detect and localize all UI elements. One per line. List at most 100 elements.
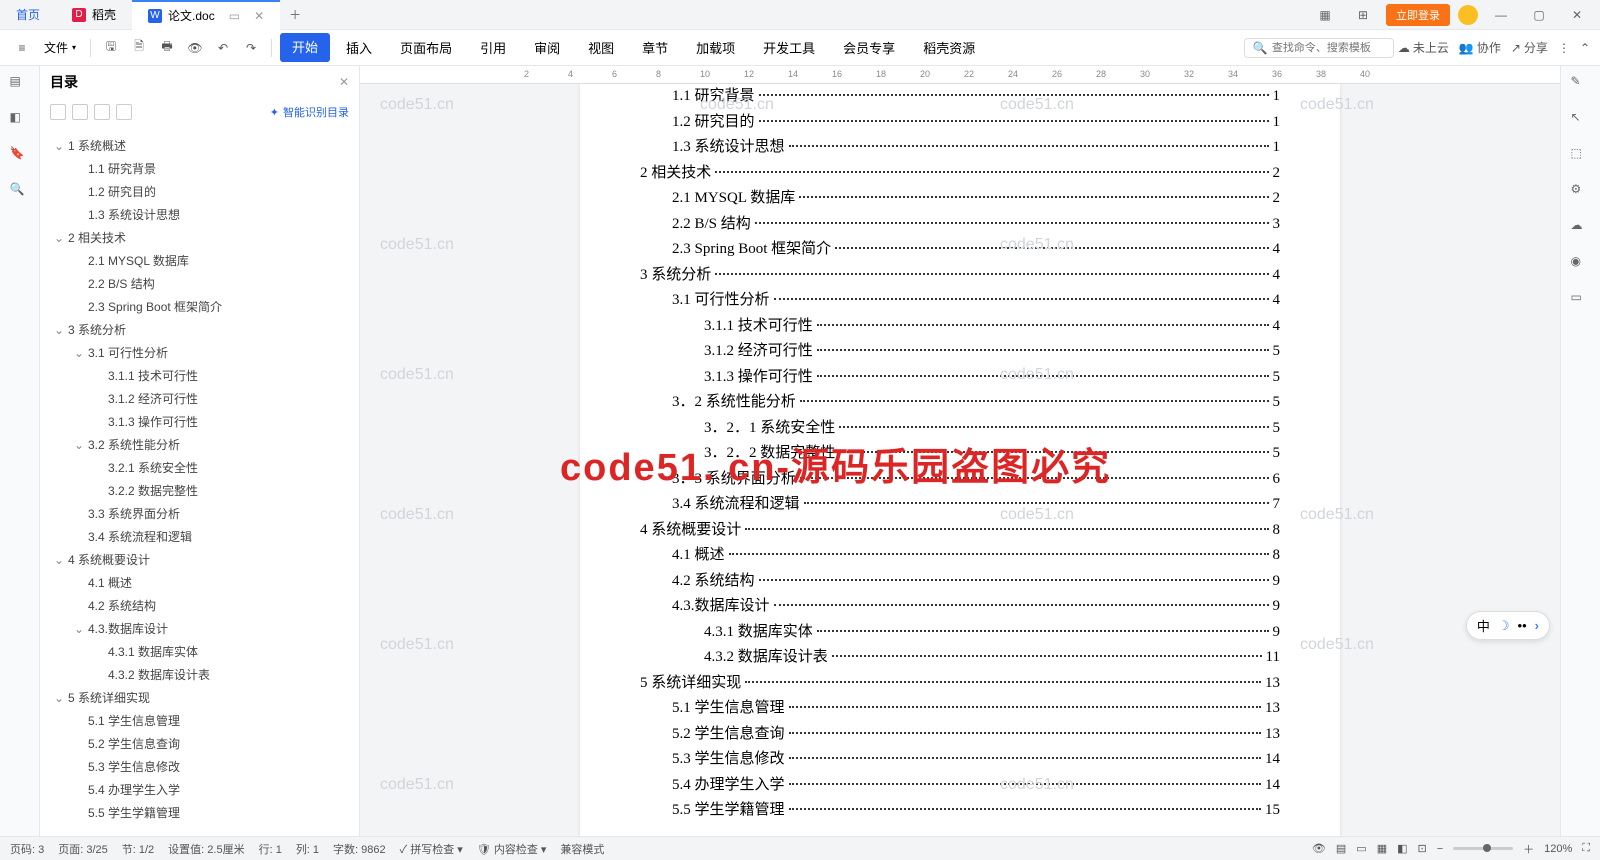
toc-entry[interactable]: 1.1 研究背景1 — [640, 84, 1280, 110]
new-tab-button[interactable]: ＋ — [280, 6, 310, 23]
minimize-icon[interactable]: — — [1486, 8, 1516, 22]
nav-icon[interactable]: ◧ — [10, 110, 30, 130]
menu-tab[interactable]: 开始 — [280, 33, 330, 62]
status-page-no[interactable]: 页码: 3 — [10, 841, 44, 857]
menu-tab[interactable]: 插入 — [334, 30, 384, 65]
view-page-icon[interactable]: ▭ — [1356, 842, 1366, 855]
command-search[interactable]: 🔍 — [1244, 38, 1394, 58]
outline-item[interactable]: 5.1 学生信息管理 — [50, 709, 349, 732]
tab-close-icon[interactable]: ✕ — [254, 9, 264, 23]
toc-entry[interactable]: 3.1.3 操作可行性5 — [640, 365, 1280, 391]
cloud-icon[interactable]: ☁ — [1571, 218, 1591, 238]
assist-icon[interactable]: ◉ — [1571, 254, 1591, 274]
view-mode-icon[interactable]: 👁 — [1312, 842, 1326, 855]
toc-entry[interactable]: 3．2 系统性能分析5 — [640, 390, 1280, 416]
outline-item[interactable]: ⌄2 相关技术 — [50, 226, 349, 249]
toc-entry[interactable]: 2.1 MYSQL 数据库2 — [640, 186, 1280, 212]
menu-tab[interactable]: 稻壳资源 — [911, 30, 987, 65]
toc-entry[interactable]: 3．2．1 系统安全性5 — [640, 416, 1280, 442]
close-icon[interactable]: ✕ — [1562, 8, 1592, 22]
outline-level-up-icon[interactable] — [72, 104, 88, 120]
zoom-out-icon[interactable]: − — [1437, 843, 1443, 855]
outline-item[interactable]: ⌄3.1 可行性分析 — [50, 341, 349, 364]
outline-item[interactable]: ⌄3.2 系统性能分析 — [50, 433, 349, 456]
view-grid-icon[interactable]: ▤ — [1336, 842, 1346, 855]
menu-tab[interactable]: 章节 — [630, 30, 680, 65]
search-panel-icon[interactable]: 🔍 — [10, 182, 30, 202]
menu-tab[interactable]: 会员专享 — [831, 30, 907, 65]
outline-item[interactable]: 1.1 研究背景 — [50, 157, 349, 180]
outline-item[interactable]: ⌄4.3.数据库设计 — [50, 617, 349, 640]
reader-icon[interactable]: ▭ — [1571, 290, 1591, 310]
toc-entry[interactable]: 2.3 Spring Boot 框架简介4 — [640, 237, 1280, 263]
redo-icon[interactable]: ↷ — [239, 36, 263, 60]
view-read-icon[interactable]: ◧ — [1397, 842, 1407, 855]
outline-item[interactable]: 3.2.1 系统安全性 — [50, 456, 349, 479]
outline-remove-icon[interactable] — [116, 104, 132, 120]
outline-item[interactable]: ⌄3 系统分析 — [50, 318, 349, 341]
outline-item[interactable]: ⌄5 系统详细实现 — [50, 686, 349, 709]
document-page[interactable]: code51. cn-源码乐园盗图必究 1.1 研究背景11.2 研究目的11.… — [580, 84, 1340, 836]
outline-item[interactable]: ⌄1 系统概述 — [50, 134, 349, 157]
avatar[interactable] — [1458, 5, 1478, 25]
smart-detect-button[interactable]: ✦ 智能识别目录 — [270, 104, 349, 120]
outline-item[interactable]: 1.2 研究目的 — [50, 180, 349, 203]
horizontal-ruler[interactable]: 246810121416182022242628303234363840 — [360, 66, 1560, 84]
toc-entry[interactable]: 5.4 办理学生入学14 — [640, 773, 1280, 799]
save-icon[interactable]: 🖫 — [99, 36, 123, 60]
undo-icon[interactable]: ↶ — [211, 36, 235, 60]
status-col[interactable]: 列: 1 — [296, 841, 319, 857]
outline-item[interactable]: 3.3 系统界面分析 — [50, 502, 349, 525]
collab-button[interactable]: 👥 协作 — [1459, 39, 1501, 56]
bookmark-icon[interactable]: 🔖 — [10, 146, 30, 166]
outline-item[interactable]: 2.3 Spring Boot 框架简介 — [50, 295, 349, 318]
outline-item[interactable]: 4.3.1 数据库实体 — [50, 640, 349, 663]
print-icon[interactable]: 🖶 — [155, 36, 179, 60]
share-button[interactable]: ↗ 分享 — [1511, 39, 1548, 56]
toc-entry[interactable]: 1.2 研究目的1 — [640, 110, 1280, 136]
toc-entry[interactable]: 5.1 学生信息管理13 — [640, 696, 1280, 722]
toc-entry[interactable]: 4.3.数据库设计9 — [640, 594, 1280, 620]
search-input[interactable] — [1272, 42, 1382, 54]
toc-entry[interactable]: 3．3 系统界面分析6 — [640, 467, 1280, 493]
more-icon[interactable]: ⋮ — [1558, 41, 1570, 55]
outline-item[interactable]: 4.3.2 数据库设计表 — [50, 663, 349, 686]
outline-item[interactable]: 2.1 MYSQL 数据库 — [50, 249, 349, 272]
tab-home[interactable]: 首页 — [0, 0, 56, 30]
maximize-icon[interactable]: ▢ — [1524, 8, 1554, 22]
toc-entry[interactable]: 3．2．2 数据完整性5 — [640, 441, 1280, 467]
zoom-fit-icon[interactable]: ⊡ — [1418, 842, 1427, 855]
status-content-check[interactable]: 🛡 内容检查 ▾ — [477, 841, 547, 857]
menu-tab[interactable]: 审阅 — [522, 30, 572, 65]
fullscreen-icon[interactable]: ⛶ — [1582, 842, 1590, 855]
toc-entry[interactable]: 4.3.2 数据库设计表11 — [640, 645, 1280, 671]
outline-item[interactable]: 2.2 B/S 结构 — [50, 272, 349, 295]
outline-item[interactable]: 3.4 系统流程和逻辑 — [50, 525, 349, 548]
view-web-icon[interactable]: ▦ — [1377, 842, 1387, 855]
toc-entry[interactable]: 2 相关技术2 — [640, 161, 1280, 187]
toc-entry[interactable]: 3.1.2 经济可行性5 — [640, 339, 1280, 365]
outline-item[interactable]: 5.5 学生学籍管理 — [50, 801, 349, 824]
outline-level-down-icon[interactable] — [50, 104, 66, 120]
hamburger-icon[interactable]: ≡ — [10, 36, 34, 60]
outline-item[interactable]: 5.2 学生信息查询 — [50, 732, 349, 755]
toc-entry[interactable]: 5 系统详细实现13 — [640, 671, 1280, 697]
layout-icon[interactable]: ▦ — [1310, 8, 1340, 22]
toc-entry[interactable]: 4.1 概述8 — [640, 543, 1280, 569]
toc-entry[interactable]: 5.3 学生信息修改14 — [640, 747, 1280, 773]
outline-item[interactable]: 3.2.2 数据完整性 — [50, 479, 349, 502]
outline-icon[interactable]: ▤ — [10, 74, 30, 94]
status-page[interactable]: 页面: 3/25 — [58, 841, 108, 857]
status-row[interactable]: 行: 1 — [259, 841, 282, 857]
menu-tab[interactable]: 引用 — [468, 30, 518, 65]
outline-item[interactable]: 5.3 学生信息修改 — [50, 755, 349, 778]
cursor-icon[interactable]: ⬚ — [1571, 146, 1591, 166]
apps-icon[interactable]: ⊞ — [1348, 8, 1378, 22]
toc-entry[interactable]: 4.3.1 数据库实体9 — [640, 620, 1280, 646]
toc-entry[interactable]: 2.2 B/S 结构3 — [640, 212, 1280, 238]
status-spellcheck[interactable]: ✓ 拼写检查 ▾ — [400, 841, 463, 857]
tab-menu-icon[interactable]: ▭ — [229, 9, 240, 23]
file-menu[interactable]: 文件▾ — [38, 39, 82, 56]
ime-indicator[interactable]: 中 ☽ •• › — [1466, 611, 1550, 640]
toc-entry[interactable]: 4 系统概要设计8 — [640, 518, 1280, 544]
